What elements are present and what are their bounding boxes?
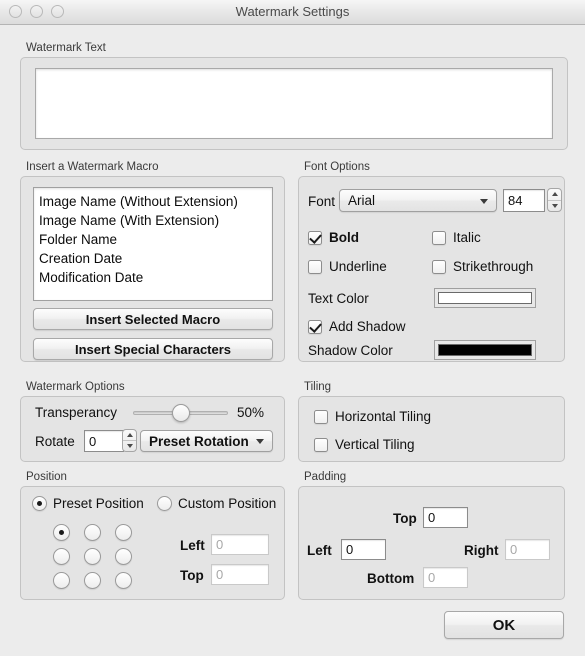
underline-checkbox[interactable]: Underline [308, 259, 387, 274]
preset-grid-cell-top-right[interactable] [115, 524, 132, 541]
strikethrough-checkbox[interactable]: Strikethrough [432, 259, 533, 274]
padding-top-label: Top [393, 511, 417, 526]
watermark-text-group-label: Watermark Text [26, 42, 106, 54]
preset-grid-cell-middle-left[interactable] [53, 548, 70, 565]
font-size-input[interactable]: 84 [503, 189, 545, 212]
preset-rotation-select[interactable]: Preset Rotation [140, 430, 273, 452]
padding-group-label: Padding [304, 471, 347, 483]
horizontal-tiling-checkbox[interactable]: Horizontal Tiling [314, 409, 431, 424]
padding-right-label: Right [464, 543, 499, 558]
transparency-value: 50% [237, 405, 265, 420]
transparency-label: Transperancy [35, 405, 118, 420]
list-item[interactable]: Creation Date [34, 249, 272, 268]
position-left-label: Left [180, 538, 205, 553]
vertical-tiling-label: Vertical Tiling [335, 437, 415, 452]
checkbox-box-icon [432, 230, 446, 245]
italic-label: Italic [453, 230, 481, 245]
title-bar: Watermark Settings [0, 0, 585, 25]
custom-position-label: Custom Position [178, 496, 277, 511]
checkbox-box-icon [314, 409, 328, 424]
insert-selected-macro-button[interactable]: Insert Selected Macro [33, 308, 273, 330]
macro-list[interactable]: Image Name (Without Extension) Image Nam… [33, 187, 273, 301]
bold-checkbox[interactable]: Bold [308, 230, 359, 245]
checkbox-box-icon [308, 319, 322, 334]
position-left-input[interactable]: 0 [211, 534, 269, 555]
padding-bottom-input[interactable]: 0 [423, 567, 468, 588]
list-item[interactable]: Image Name (With Extension) [34, 211, 272, 230]
preset-position-label: Preset Position [53, 496, 144, 511]
preset-grid-cell-bottom-center[interactable] [84, 572, 101, 589]
horizontal-tiling-label: Horizontal Tiling [335, 409, 432, 424]
chevron-down-icon [480, 198, 488, 204]
preset-grid-cell-bottom-left[interactable] [53, 572, 70, 589]
tiling-group-label: Tiling [304, 381, 332, 393]
checkbox-box-icon [308, 230, 322, 245]
preset-grid-cell-bottom-right[interactable] [115, 572, 132, 589]
preset-grid-cell-top-center[interactable] [84, 524, 101, 541]
ok-button[interactable]: OK [444, 611, 564, 639]
preset-grid-cell-top-left[interactable] [53, 524, 70, 541]
stepper-down-icon[interactable] [123, 441, 136, 451]
preset-grid-cell-middle-right[interactable] [115, 548, 132, 565]
padding-left-input[interactable]: 0 [341, 539, 386, 560]
italic-checkbox[interactable]: Italic [432, 230, 481, 245]
transparency-slider[interactable] [133, 403, 228, 423]
underline-label: Underline [329, 259, 387, 274]
chevron-down-icon [256, 439, 264, 444]
strikethrough-label: Strikethrough [453, 259, 534, 274]
macro-group-label: Insert a Watermark Macro [26, 161, 159, 173]
window-title: Watermark Settings [235, 4, 350, 19]
checkbox-box-icon [432, 259, 446, 274]
watermark-text-input[interactable] [35, 68, 553, 139]
stepper-up-icon[interactable] [123, 430, 136, 441]
list-item[interactable]: Folder Name [34, 230, 272, 249]
slider-knob[interactable] [171, 404, 190, 422]
preset-position-radio[interactable]: Preset Position [32, 496, 144, 511]
add-shadow-checkbox[interactable]: Add Shadow [308, 319, 406, 334]
radio-circle-icon [157, 496, 172, 511]
bold-label: Bold [329, 230, 359, 245]
position-top-label: Top [180, 568, 204, 583]
padding-bottom-label: Bottom [367, 571, 415, 586]
preset-rotation-value: Preset Rotation [149, 433, 249, 449]
font-label: Font [308, 194, 336, 209]
list-item[interactable]: Image Name (Without Extension) [34, 192, 272, 211]
position-group-label: Position [26, 471, 67, 483]
stepper-up-icon[interactable] [548, 189, 561, 201]
vertical-tiling-checkbox[interactable]: Vertical Tiling [314, 437, 415, 452]
text-color-well[interactable] [434, 288, 536, 308]
add-shadow-label: Add Shadow [329, 319, 406, 334]
radio-circle-icon [32, 496, 47, 511]
font-family-value: Arial [348, 193, 376, 208]
checkbox-box-icon [314, 437, 328, 452]
stepper-down-icon[interactable] [548, 201, 561, 212]
tiling-group [298, 396, 565, 462]
list-item[interactable]: Modification Date [34, 268, 272, 287]
text-color-label: Text Color [308, 291, 369, 306]
preset-position-grid[interactable] [53, 524, 146, 596]
checkbox-box-icon [308, 259, 322, 274]
padding-right-input[interactable]: 0 [505, 539, 550, 560]
rotate-input[interactable]: 0 [84, 430, 124, 452]
padding-top-input[interactable]: 0 [423, 507, 468, 528]
custom-position-radio[interactable]: Custom Position [157, 496, 276, 511]
preset-grid-cell-middle-center[interactable] [84, 548, 101, 565]
rotate-label: Rotate [35, 434, 75, 449]
insert-special-characters-button[interactable]: Insert Special Characters [33, 338, 273, 360]
text-color-swatch [438, 292, 532, 304]
padding-left-label: Left [307, 543, 332, 558]
shadow-color-swatch [438, 344, 532, 356]
shadow-color-label: Shadow Color [308, 343, 393, 358]
position-top-input[interactable]: 0 [211, 564, 269, 585]
rotate-stepper[interactable] [122, 429, 137, 452]
font-family-select[interactable]: Arial [339, 189, 497, 212]
watermark-settings-window: Watermark Settings Watermark Text Insert… [0, 0, 585, 656]
watermark-options-group-label: Watermark Options [26, 381, 125, 393]
font-options-group-label: Font Options [304, 161, 370, 173]
font-size-stepper[interactable] [547, 188, 562, 212]
shadow-color-well[interactable] [434, 340, 536, 360]
